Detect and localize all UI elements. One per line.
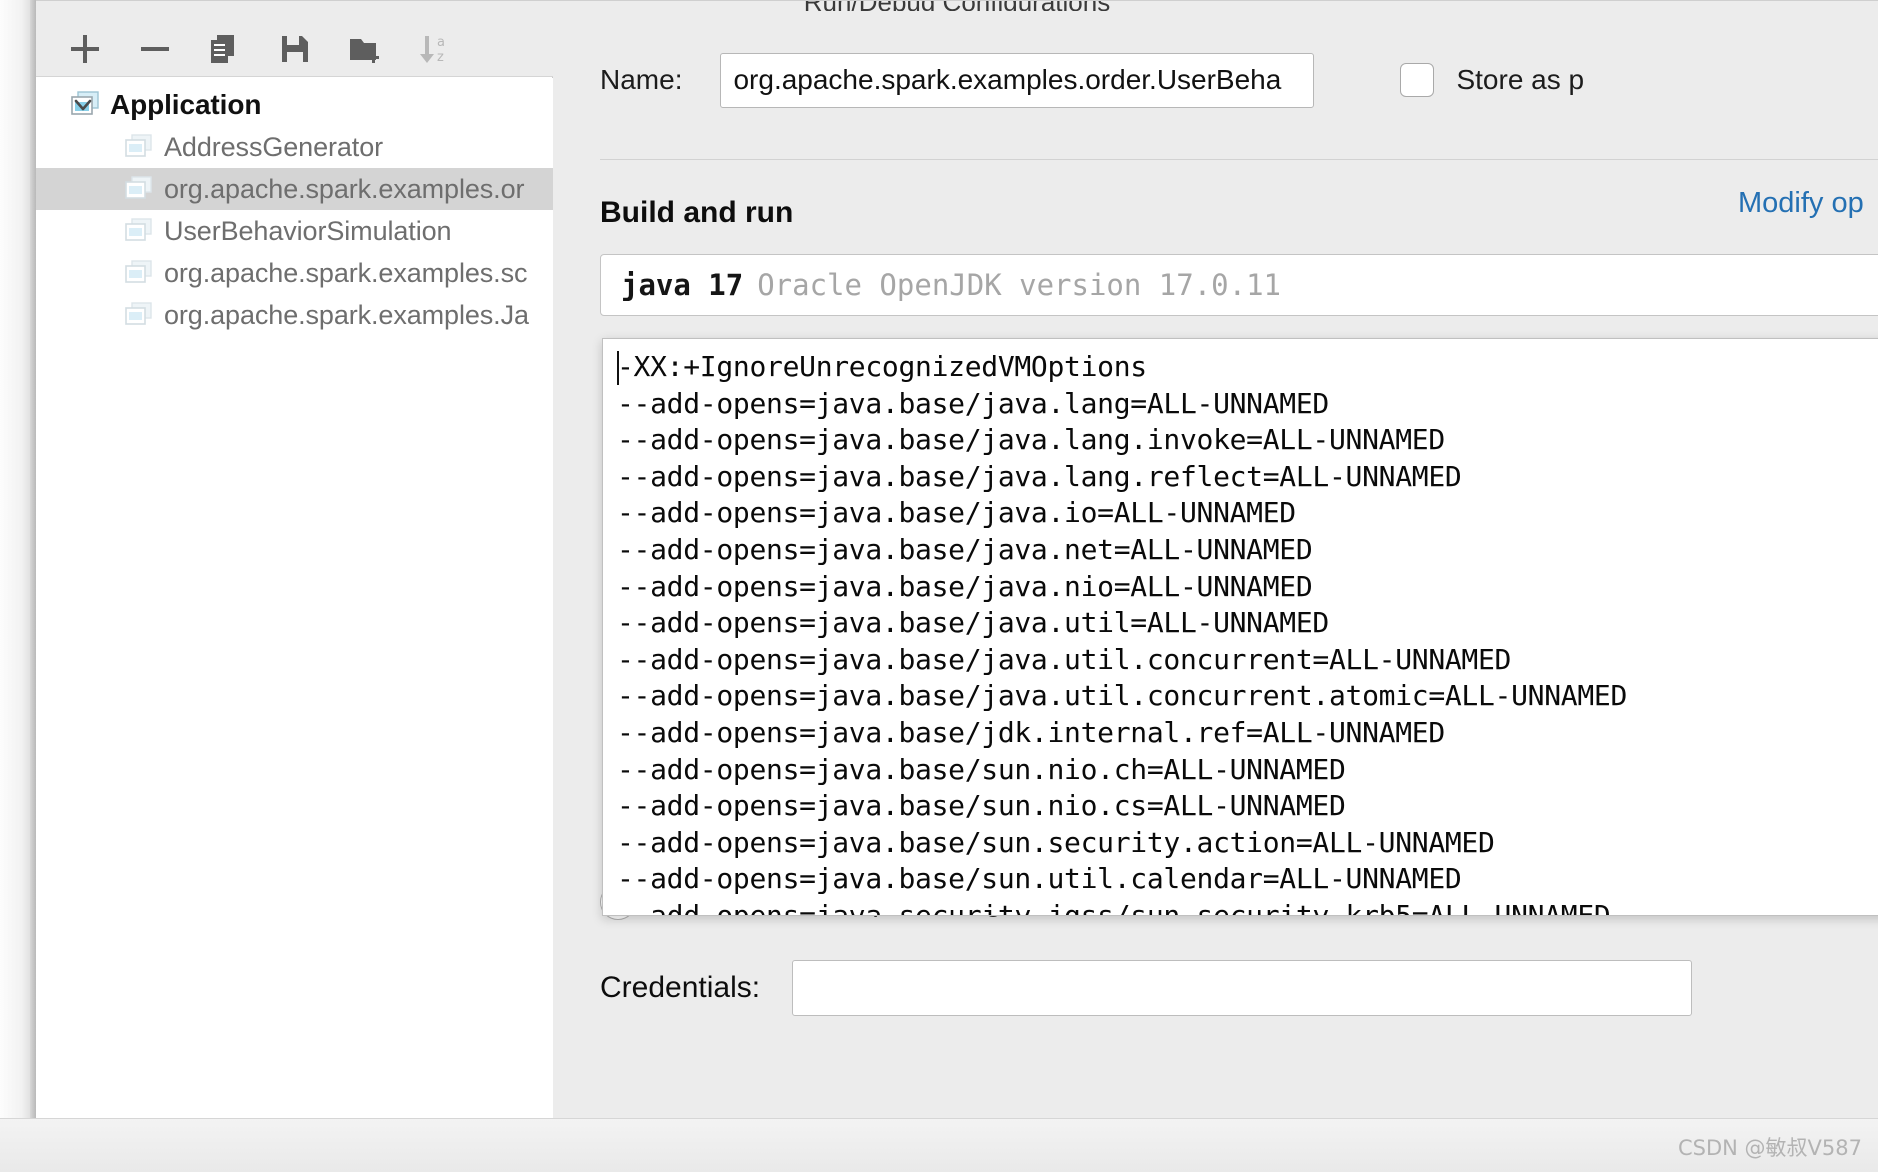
jdk-name: java 17 bbox=[621, 268, 743, 302]
vm-option-line: --add-opens=java.base/sun.nio.ch=ALL-UNN… bbox=[617, 752, 1878, 789]
configurations-toolbar: a z bbox=[36, 22, 553, 77]
dialog-title: Run/Debug Configurations bbox=[36, 0, 1878, 11]
store-as-project-file-checkbox[interactable] bbox=[1400, 63, 1434, 97]
tree-item[interactable]: org.apache.spark.examples.sc bbox=[36, 252, 553, 294]
vm-option-line: --add-opens=java.base/java.io=ALL-UNNAME… bbox=[617, 495, 1878, 532]
plus-icon[interactable] bbox=[64, 28, 106, 70]
tree-root-application[interactable]: Application bbox=[36, 84, 553, 126]
run-config-icon bbox=[124, 175, 154, 203]
sort-az-icon[interactable]: a z bbox=[414, 28, 456, 70]
build-and-run-header: Build and run Modify op bbox=[554, 187, 1878, 239]
vm-option-line: --add-opens=java.base/java.lang.reflect=… bbox=[617, 459, 1878, 496]
vm-option-line: --add-opens=java.base/sun.security.actio… bbox=[617, 825, 1878, 862]
configurations-left-pane: a z Application bbox=[36, 22, 553, 1172]
tree-item-label: org.apache.spark.examples.or bbox=[164, 174, 524, 205]
vm-option-line: --add-opens=java.base/java.util.concurre… bbox=[617, 678, 1878, 715]
jdk-selector[interactable]: java 17 Oracle OpenJDK version 17.0.11 bbox=[600, 254, 1878, 316]
tree-item-label: UserBehaviorSimulation bbox=[164, 216, 451, 247]
run-config-icon bbox=[124, 301, 154, 329]
svg-text:z: z bbox=[437, 50, 444, 65]
vm-option-line: --add-opens=java.security.jgss/sun.secur… bbox=[617, 898, 1878, 916]
bottom-status-bar bbox=[0, 1118, 1878, 1172]
copy-icon[interactable] bbox=[204, 28, 246, 70]
tree-root-label: Application bbox=[110, 89, 261, 121]
new-folder-icon[interactable] bbox=[344, 28, 386, 70]
run-config-icon bbox=[124, 217, 154, 245]
modify-options-link[interactable]: Modify op bbox=[1738, 187, 1864, 220]
credentials-label: Credentials: bbox=[600, 971, 760, 1005]
name-input[interactable]: org.apache.spark.examples.order.UserBeha bbox=[720, 53, 1314, 108]
credentials-input[interactable] bbox=[792, 960, 1692, 1016]
vm-option-line: -XX:+IgnoreUnrecognizedVMOptions bbox=[617, 349, 1878, 386]
text-caret bbox=[617, 351, 619, 385]
credentials-row: Credentials: bbox=[600, 960, 1692, 1016]
vm-options-editor[interactable]: -XX:+IgnoreUnrecognizedVMOptions--add-op… bbox=[602, 338, 1878, 916]
name-row: Name: org.apache.spark.examples.order.Us… bbox=[554, 50, 1878, 110]
tree-item-label: AddressGenerator bbox=[164, 132, 383, 163]
configurations-tree[interactable]: Application AddressGenerator org.apache.… bbox=[36, 78, 553, 1172]
tree-item[interactable]: UserBehaviorSimulation bbox=[36, 210, 553, 252]
jdk-version: Oracle OpenJDK version 17.0.11 bbox=[757, 268, 1281, 302]
tree-item[interactable]: org.apache.spark.examples.Ja bbox=[36, 294, 553, 336]
vm-option-line: --add-opens=java.base/java.nio=ALL-UNNAM… bbox=[617, 569, 1878, 606]
save-icon[interactable] bbox=[274, 28, 316, 70]
watermark: CSDN @敏叔V587 bbox=[1678, 1132, 1862, 1162]
tree-item[interactable]: org.apache.spark.examples.or bbox=[36, 168, 553, 210]
run-config-icon bbox=[124, 133, 154, 161]
vm-option-line: --add-opens=java.base/java.util.concurre… bbox=[617, 642, 1878, 679]
chevron-down-icon[interactable] bbox=[70, 92, 96, 118]
run-debug-configurations-dialog: Run/Debug Configurations bbox=[36, 0, 1878, 1172]
vm-options-lines: -XX:+IgnoreUnrecognizedVMOptions--add-op… bbox=[617, 349, 1878, 916]
vm-option-line: --add-opens=java.base/java.util=ALL-UNNA… bbox=[617, 605, 1878, 642]
build-and-run-title: Build and run bbox=[600, 196, 793, 230]
vm-option-line: --add-opens=java.base/java.lang=ALL-UNNA… bbox=[617, 386, 1878, 423]
svg-text:a: a bbox=[437, 35, 445, 50]
store-as-project-file-label: Store as p bbox=[1456, 64, 1584, 96]
vm-option-line: --add-opens=java.base/sun.util.calendar=… bbox=[617, 861, 1878, 898]
configuration-editor-pane: Name: org.apache.spark.examples.order.Us… bbox=[554, 22, 1878, 1172]
vm-option-line: --add-opens=java.base/java.net=ALL-UNNAM… bbox=[617, 532, 1878, 569]
store-as-project-file-row[interactable]: Store as p bbox=[1400, 63, 1584, 97]
tree-children: AddressGenerator org.apache.spark.exampl… bbox=[36, 126, 553, 336]
vm-option-line: --add-opens=java.base/jdk.internal.ref=A… bbox=[617, 715, 1878, 752]
minus-icon[interactable] bbox=[134, 28, 176, 70]
tree-item-label: org.apache.spark.examples.sc bbox=[164, 258, 527, 289]
background-text-fragment: ed bbox=[0, 421, 30, 454]
tree-item-label: org.apache.spark.examples.Ja bbox=[164, 300, 529, 331]
section-divider bbox=[600, 159, 1878, 160]
background-text-fragment: ed bbox=[0, 463, 30, 496]
run-config-icon bbox=[124, 259, 154, 287]
tree-item[interactable]: AddressGenerator bbox=[36, 126, 553, 168]
vm-option-line: --add-opens=java.base/java.lang.invoke=A… bbox=[617, 422, 1878, 459]
name-label: Name: bbox=[600, 64, 682, 96]
vm-option-line: --add-opens=java.base/sun.nio.cs=ALL-UNN… bbox=[617, 788, 1878, 825]
